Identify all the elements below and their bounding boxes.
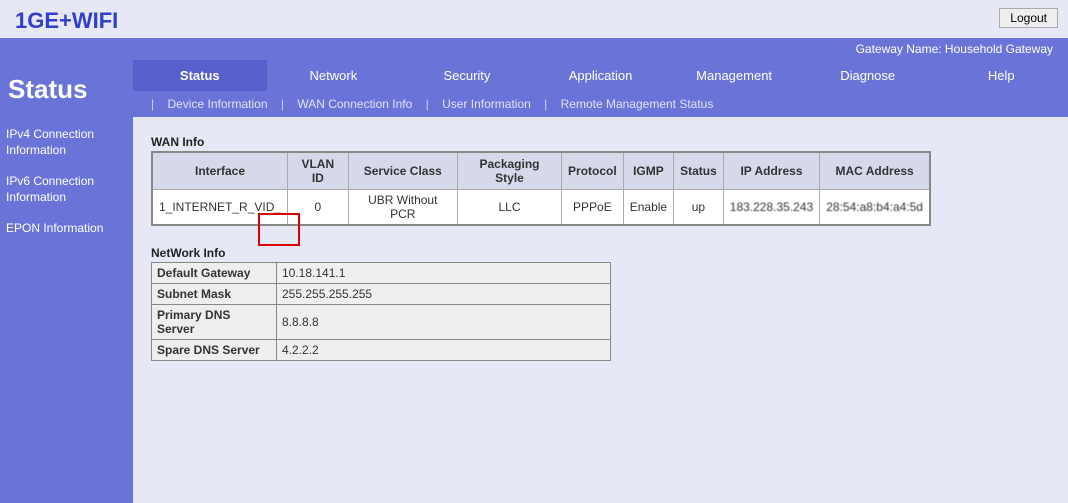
th-mac: MAC Address (820, 152, 930, 190)
td-vlan: 0 (288, 190, 349, 226)
table-row: 1_INTERNET_R_VID_ 0 UBR Without PCR LLC … (152, 190, 930, 226)
sidebar-item-epon[interactable]: EPON Information (0, 213, 133, 245)
sidebar: Status IPv4 Connection Information IPv6 … (0, 60, 133, 503)
gateway-label: Default Gateway (152, 263, 277, 284)
brand-title: 1GE+WIFI (15, 8, 118, 34)
spare-dns-value: 4.2.2.2 (277, 340, 611, 361)
th-status: Status (674, 152, 724, 190)
subnet-label: Subnet Mask (152, 284, 277, 305)
spare-dns-label: Spare DNS Server (152, 340, 277, 361)
td-protocol: PPPoE (562, 190, 624, 226)
separator: | (538, 97, 553, 111)
subnav-wan[interactable]: WAN Connection Info (293, 97, 416, 111)
separator: | (420, 97, 435, 111)
tab-security[interactable]: Security (400, 60, 534, 91)
logout-button[interactable]: Logout (999, 8, 1058, 28)
tab-network[interactable]: Network (267, 60, 401, 91)
subnav-remote[interactable]: Remote Management Status (557, 97, 718, 111)
td-service: UBR Without PCR (348, 190, 457, 226)
td-status: up (674, 190, 724, 226)
network-info-label: NetWork Info (151, 246, 1050, 262)
td-mac: 28:54:a8:b4:a4:5d (820, 190, 930, 226)
tab-management[interactable]: Management (667, 60, 801, 91)
subnav-device[interactable]: Device Information (163, 97, 271, 111)
th-protocol: Protocol (562, 152, 624, 190)
tab-application[interactable]: Application (534, 60, 668, 91)
tab-help[interactable]: Help (934, 60, 1068, 91)
primary-dns-label: Primary DNS Server (152, 305, 277, 340)
wan-info-table: Interface VLAN ID Service Class Packagin… (151, 151, 931, 226)
subnet-value: 255.255.255.255 (277, 284, 611, 305)
wan-info-label: WAN Info (151, 135, 1050, 151)
tab-diagnose[interactable]: Diagnose (801, 60, 935, 91)
separator: | (275, 97, 290, 111)
th-interface: Interface (152, 152, 288, 190)
td-igmp: Enable (623, 190, 673, 226)
th-igmp: IGMP (623, 152, 673, 190)
primary-dns-value: 8.8.8.8 (277, 305, 611, 340)
td-ip: 183.228.35.243 (723, 190, 819, 226)
network-info-table: Default Gateway 10.18.141.1 Subnet Mask … (151, 262, 611, 361)
th-service: Service Class (348, 152, 457, 190)
th-packaging: Packaging Style (457, 152, 561, 190)
td-packaging: LLC (457, 190, 561, 226)
gateway-name-bar: Gateway Name: Household Gateway (0, 38, 1068, 60)
sub-nav: | Device Information | WAN Connection In… (133, 91, 1068, 117)
td-interface: 1_INTERNET_R_VID_ (152, 190, 288, 226)
separator: | (145, 97, 160, 111)
top-nav: Status Network Security Application Mana… (133, 60, 1068, 91)
sidebar-item-ipv4[interactable]: IPv4 Connection Information (0, 119, 133, 166)
sidebar-item-ipv6[interactable]: IPv6 Connection Information (0, 166, 133, 213)
th-ip: IP Address (723, 152, 819, 190)
tab-status[interactable]: Status (133, 60, 267, 91)
gateway-value: 10.18.141.1 (277, 263, 611, 284)
th-vlan: VLAN ID (288, 152, 349, 190)
sidebar-title: Status (0, 68, 133, 119)
subnav-user[interactable]: User Information (438, 97, 535, 111)
